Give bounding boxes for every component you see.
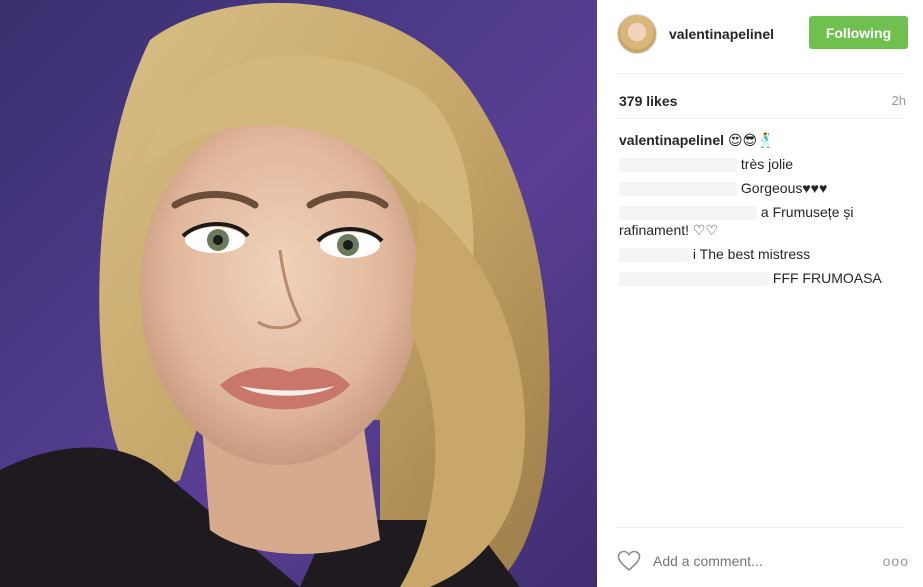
redacted-username xyxy=(619,248,689,263)
comment-text: i The best mistress xyxy=(692,246,811,262)
redacted-username xyxy=(619,158,737,173)
caption: valentinapelinel 😍😎🕺 xyxy=(619,131,909,149)
comment-text: FFF FRUMOASA xyxy=(772,270,882,286)
username-link[interactable]: valentinapelinel xyxy=(669,26,774,42)
header-divider xyxy=(617,73,903,74)
post-side-panel: valentinapelinel Following 379 likes 2h … xyxy=(597,0,923,587)
portrait-image xyxy=(0,2,550,587)
comment-divider xyxy=(617,527,903,528)
post-header: valentinapelinel Following xyxy=(617,12,908,56)
redacted-username xyxy=(619,182,737,197)
add-comment-bar: ooo xyxy=(617,548,909,574)
heart-outline-icon[interactable] xyxy=(617,550,641,572)
comment-item: Gorgeous♥♥♥ xyxy=(619,179,909,197)
likes-divider xyxy=(617,118,903,119)
comment-item: très jolie xyxy=(619,155,909,173)
caption-username[interactable]: valentinapelinel xyxy=(619,132,724,148)
comment-item: FFF FRUMOASA xyxy=(619,269,909,287)
more-options-icon[interactable]: ooo xyxy=(883,553,909,569)
comments-list: valentinapelinel 😍😎🕺 très jolie Gorgeous… xyxy=(619,131,909,293)
comment-text: très jolie xyxy=(740,156,794,172)
comment-item: a Frumusețe și rafinament! ♡♡ xyxy=(619,203,909,239)
likes-count[interactable]: 379 likes xyxy=(619,93,677,109)
comment-text: Gorgeous♥♥♥ xyxy=(740,180,828,196)
avatar[interactable] xyxy=(617,14,657,54)
post-photo[interactable] xyxy=(0,0,597,587)
redacted-username xyxy=(619,206,757,221)
comment-item: i The best mistress xyxy=(619,245,909,263)
caption-text: 😍😎🕺 xyxy=(727,132,775,148)
add-comment-input[interactable] xyxy=(653,553,863,569)
redacted-username xyxy=(619,272,769,287)
following-button[interactable]: Following xyxy=(809,16,908,49)
post-time[interactable]: 2h xyxy=(892,93,906,108)
